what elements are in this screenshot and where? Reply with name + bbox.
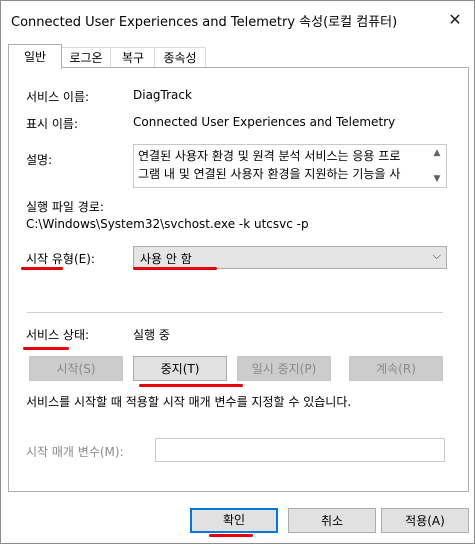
- pause-button[interactable]: 일시 중지(P): [237, 356, 331, 381]
- exe-path-label: 실행 파일 경로:: [26, 200, 104, 214]
- startup-type-dropdown[interactable]: 사용 안 함 ⌵: [133, 246, 447, 269]
- cancel-button[interactable]: 취소: [288, 508, 376, 533]
- description-box[interactable]: 연결된 사용자 환경 및 원격 분석 서비스는 응용 프로 그램 내 및 연결된 …: [133, 144, 447, 188]
- description-text: 연결된 사용자 환경 및 원격 분석 서비스는 응용 프로 그램 내 및 연결된 …: [138, 149, 401, 181]
- red-annotation-ok-button: [209, 534, 253, 537]
- service-name-label: 서비스 이름:: [26, 90, 90, 104]
- close-button[interactable]: ✕: [442, 7, 468, 31]
- stop-button[interactable]: 중지(T): [133, 356, 227, 381]
- red-annotation-startup-label: [21, 267, 63, 270]
- apply-button[interactable]: 적용(A): [381, 508, 469, 533]
- startup-type-label: 시작 유형(E):: [26, 252, 95, 266]
- red-annotation-startup-value: [133, 267, 217, 270]
- tab-dependencies[interactable]: 종속성: [154, 47, 206, 68]
- tab-general[interactable]: 일반: [8, 44, 62, 69]
- tab-strip: 일반 로그온 복구 종속성: [8, 44, 468, 69]
- display-name-value: Connected User Experiences and Telemetry: [133, 115, 396, 129]
- resume-button[interactable]: 계속(R): [349, 356, 443, 381]
- service-status-label: 서비스 상태:: [26, 328, 90, 342]
- description-label: 설명:: [26, 153, 53, 167]
- divider: [27, 312, 443, 313]
- service-status-value: 실행 중: [133, 328, 170, 342]
- chevron-down-icon: ⌵: [432, 249, 441, 262]
- title-bar: Connected User Experiences and Telemetry…: [1, 1, 474, 39]
- red-annotation-stop-button: [139, 384, 243, 387]
- start-params-hint: 서비스를 시작할 때 적용할 시작 매개 변수를 지정할 수 있습니다.: [26, 395, 352, 409]
- start-button[interactable]: 시작(S): [29, 356, 123, 381]
- chevron-down-icon[interactable]: ▼: [430, 173, 444, 185]
- ok-button[interactable]: 확인: [190, 508, 278, 533]
- display-name-label: 표시 이름:: [26, 117, 79, 131]
- red-annotation-status-label: [23, 347, 69, 350]
- chevron-up-icon[interactable]: ▲: [430, 147, 444, 159]
- close-icon: ✕: [448, 9, 462, 29]
- start-params-input[interactable]: [155, 438, 445, 462]
- exe-path-value: C:\Windows\System32\svchost.exe -k utcsv…: [26, 217, 309, 231]
- service-properties-dialog: Connected User Experiences and Telemetry…: [0, 0, 475, 544]
- window-title: Connected User Experiences and Telemetry…: [11, 15, 398, 30]
- startup-type-value: 사용 안 함: [140, 252, 192, 266]
- tab-logon[interactable]: 로그온: [60, 47, 112, 68]
- start-params-label: 시작 매개 변수(M):: [26, 445, 124, 459]
- tab-recovery[interactable]: 복구: [110, 47, 156, 68]
- general-tab-panel: 서비스 이름: DiagTrack 표시 이름: Connected User …: [8, 67, 469, 492]
- service-name-value: DiagTrack: [133, 88, 192, 102]
